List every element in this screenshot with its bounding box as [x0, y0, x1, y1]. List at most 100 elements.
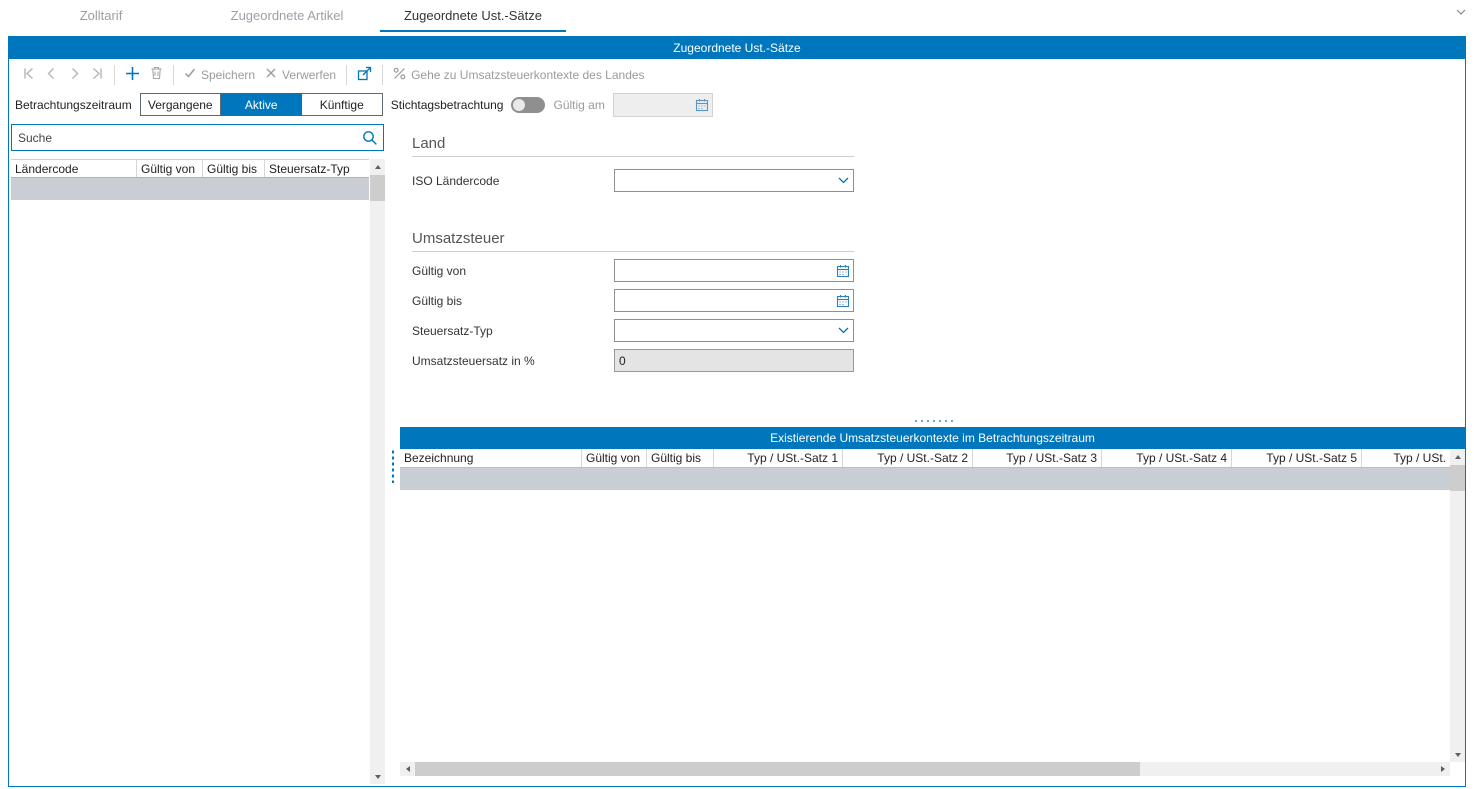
umsatzsteuersatz-row: Umsatzsteuersatz in % — [412, 349, 1465, 372]
column-header-gueltig-von[interactable]: Gültig von — [582, 449, 647, 467]
scrollbar-thumb[interactable] — [415, 762, 1140, 776]
goto-umsatzsteuerkontexte-button[interactable]: Gehe zu Umsatzsteuerkontexte des Landes — [388, 65, 649, 85]
triangle-up-icon — [375, 165, 381, 169]
filter-aktive-button[interactable]: Aktive — [221, 93, 302, 116]
gueltig-von-input[interactable] — [615, 264, 833, 278]
column-header-typ-ust-satz-4[interactable]: Typ / USt.-Satz 4 — [1102, 449, 1232, 467]
chevron-down-icon[interactable] — [833, 177, 853, 184]
scroll-right-button[interactable] — [1435, 762, 1450, 776]
save-check-icon — [184, 67, 196, 82]
column-header-typ-ust-satz-1[interactable]: Typ / USt.-Satz 1 — [714, 449, 843, 467]
gueltig-bis-input[interactable] — [615, 294, 833, 308]
laendercode-table: Ländercode Gültig von Gültig bis Steuers… — [11, 159, 369, 784]
save-button-label: Speichern — [201, 68, 255, 82]
contexts-scrollbar-vertical[interactable] — [1450, 449, 1465, 762]
steuersatz-typ-label: Steuersatz-Typ — [412, 324, 614, 338]
filter-kuenftige-button[interactable]: Künftige — [302, 93, 383, 116]
scroll-down-button[interactable] — [370, 769, 385, 784]
column-header-typ-ust-satz-6[interactable]: Typ / USt. — [1362, 449, 1450, 467]
chevron-down-icon[interactable] — [833, 327, 853, 334]
scrollbar-thumb[interactable] — [370, 175, 385, 201]
stichtagsbetrachtung-label: Stichtagsbetrachtung — [391, 98, 504, 112]
gueltig-bis-label: Gültig bis — [412, 294, 614, 308]
chevron-down-icon[interactable] — [1456, 4, 1466, 18]
triangle-down-icon — [375, 775, 381, 779]
first-record-button[interactable] — [17, 65, 40, 85]
tab-zugeordnete-ust-saetze[interactable]: Zugeordnete Ust.-Sätze — [380, 0, 566, 32]
section-rule — [412, 251, 854, 252]
zugeordnete-ust-saetze-panel: Zugeordnete Ust.-Sätze Speichern Verwerf — [8, 36, 1466, 787]
table-row[interactable] — [400, 468, 1450, 490]
last-record-button[interactable] — [86, 65, 109, 85]
column-header-typ-ust-satz-2[interactable]: Typ / USt.-Satz 2 — [843, 449, 973, 467]
triangle-up-icon — [1455, 455, 1461, 459]
table-row[interactable] — [11, 178, 369, 200]
delete-record-button[interactable] — [145, 64, 168, 85]
calendar-icon[interactable] — [833, 264, 853, 278]
search-input[interactable] — [12, 131, 357, 145]
search-icon[interactable] — [357, 130, 383, 146]
discard-button-label: Verwerfen — [282, 68, 336, 82]
tab-zolltarif[interactable]: Zolltarif — [8, 0, 194, 32]
triangle-down-icon — [1455, 753, 1461, 757]
panel-splitter[interactable] — [386, 119, 400, 786]
betrachtungszeitraum-segmented-control: Vergangene Aktive Künftige — [140, 93, 383, 116]
column-header-gueltig-von[interactable]: Gültig von — [137, 160, 203, 177]
left-table-scrollbar-vertical[interactable] — [370, 159, 385, 784]
umsatzsteuerkontexte-title: Existierende Umsatzsteuerkontexte im Bet… — [400, 427, 1465, 449]
iso-laendercode-input[interactable] — [615, 174, 833, 188]
toolbar-separator — [114, 65, 115, 85]
umsatzsteuersatz-input — [615, 354, 853, 368]
gueltig-von-date-field[interactable] — [614, 259, 854, 282]
column-header-steuersatz-typ[interactable]: Steuersatz-Typ — [265, 160, 369, 177]
goto-button-label: Gehe zu Umsatzsteuerkontexte des Landes — [411, 68, 644, 82]
scroll-up-button[interactable] — [370, 159, 385, 174]
stichtagsbetrachtung-toggle[interactable] — [511, 97, 545, 113]
iso-laendercode-label: ISO Ländercode — [412, 174, 614, 188]
open-in-window-button[interactable] — [352, 64, 377, 86]
calendar-icon[interactable] — [833, 294, 853, 308]
filter-vergangene-button[interactable]: Vergangene — [140, 93, 221, 116]
land-section-title: Land — [412, 135, 1465, 152]
open-in-window-icon — [357, 66, 372, 84]
gueltig-von-row: Gültig von — [412, 259, 1465, 282]
betrachtungszeitraum-label: Betrachtungszeitraum — [15, 98, 132, 112]
umsatzsteuerkontexte-grid: Bezeichnung Gültig von Gültig bis Typ / … — [400, 449, 1465, 776]
column-header-bezeichnung[interactable]: Bezeichnung — [400, 449, 582, 467]
add-record-button[interactable] — [120, 64, 145, 86]
save-button[interactable]: Speichern — [179, 65, 260, 84]
last-record-icon — [91, 67, 104, 83]
add-record-icon — [125, 66, 140, 84]
splitter-handle[interactable] — [391, 449, 395, 483]
toolbar-separator — [382, 65, 383, 85]
gueltig-bis-date-field[interactable] — [614, 289, 854, 312]
previous-record-button[interactable] — [40, 65, 63, 85]
scrollbar-thumb[interactable] — [1450, 465, 1465, 491]
steuersatz-typ-dropdown[interactable] — [614, 319, 854, 342]
column-header-typ-ust-satz-3[interactable]: Typ / USt.-Satz 3 — [973, 449, 1102, 467]
iso-laendercode-row: ISO Ländercode — [412, 169, 1465, 192]
discard-button[interactable]: Verwerfen — [260, 65, 341, 84]
delete-record-icon — [150, 66, 163, 83]
tab-bar: Zolltarif Zugeordnete Artikel Zugeordnet… — [0, 0, 1474, 32]
umsatzsteuer-section-title: Umsatzsteuer — [412, 230, 1465, 247]
column-header-gueltig-bis[interactable]: Gültig bis — [647, 449, 714, 467]
triangle-left-icon — [406, 766, 410, 772]
section-rule — [412, 156, 854, 157]
gueltig-am-input — [614, 98, 692, 112]
column-header-typ-ust-satz-5[interactable]: Typ / USt.-Satz 5 — [1232, 449, 1362, 467]
laendercode-list-panel: Ländercode Gültig von Gültig bis Steuers… — [9, 119, 386, 786]
column-header-laendercode[interactable]: Ländercode — [11, 160, 137, 177]
toolbar: Speichern Verwerfen Gehe zu Umsatzsteuer… — [9, 59, 1465, 90]
scroll-down-button[interactable] — [1450, 747, 1465, 762]
column-header-gueltig-bis[interactable]: Gültig bis — [203, 160, 265, 177]
iso-laendercode-dropdown[interactable] — [614, 169, 854, 192]
contexts-scrollbar-horizontal[interactable] — [400, 762, 1450, 776]
splitter-handle[interactable] — [913, 419, 953, 423]
scroll-up-button[interactable] — [1450, 449, 1465, 464]
scroll-left-button[interactable] — [400, 762, 415, 776]
tab-zugeordnete-artikel[interactable]: Zugeordnete Artikel — [194, 0, 380, 32]
umsatzsteuersatz-label: Umsatzsteuersatz in % — [412, 354, 614, 368]
steuersatz-typ-input[interactable] — [615, 324, 833, 338]
next-record-button[interactable] — [63, 65, 86, 85]
